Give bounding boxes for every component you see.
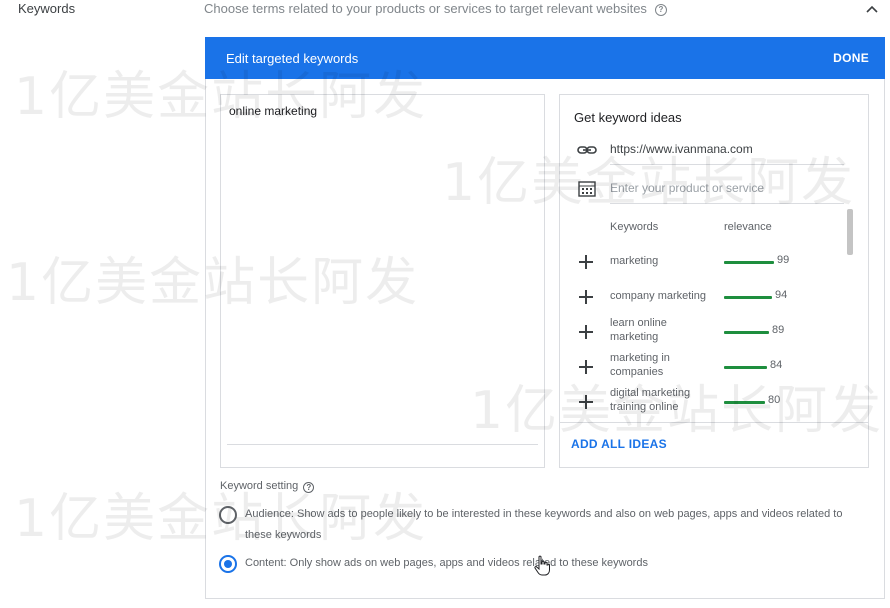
product-field[interactable]: Enter your product or service <box>576 174 844 204</box>
add-all-ideas-button[interactable]: ADD ALL IDEAS <box>571 437 667 451</box>
relevance-bar <box>724 366 767 369</box>
done-button[interactable]: DONE <box>833 51 869 65</box>
suggestion-keyword: digital marketing training online <box>610 387 691 413</box>
keywords-section-header[interactable]: Keywords Choose terms related to your pr… <box>0 0 890 22</box>
plus-icon[interactable] <box>578 254 594 270</box>
product-underline <box>610 203 844 204</box>
relevance-value: 99 <box>777 254 790 266</box>
col-header-keywords: Keywords <box>610 221 659 233</box>
relevance-bar <box>724 261 774 264</box>
ideas-divider <box>560 422 868 423</box>
keyword-setting-text: Keyword setting <box>220 480 299 492</box>
section-label: Keywords <box>18 1 76 16</box>
suggestion-keyword: company marketing <box>610 290 706 302</box>
description-text: Choose terms related to your products or… <box>204 1 647 16</box>
relevance-value: 84 <box>770 359 783 371</box>
url-value[interactable]: https://www.ivanmana.com <box>610 142 753 156</box>
textarea-underline <box>227 444 538 445</box>
section-description: Choose terms related to your products or… <box>204 1 667 16</box>
suggestion-keyword: marketing in companies <box>610 352 670 378</box>
building-icon <box>578 181 596 197</box>
relevance-value: 80 <box>768 394 781 406</box>
hand-cursor-icon <box>534 555 550 576</box>
link-icon <box>577 146 597 154</box>
suggestion-row[interactable]: learn online marketing 89 <box>560 317 850 352</box>
suggestion-keyword: learn online marketing <box>610 317 667 343</box>
audience-radio[interactable] <box>219 506 237 524</box>
help-icon[interactable]: ? <box>654 4 667 16</box>
url-underline <box>610 164 844 165</box>
product-input[interactable]: Enter your product or service <box>610 181 764 195</box>
relevance-bar <box>724 401 765 404</box>
content-option-text[interactable]: Content: Only show ads on web pages, app… <box>245 553 865 574</box>
plus-icon[interactable] <box>578 359 594 375</box>
relevance-value: 94 <box>775 289 788 301</box>
keywords-textarea[interactable]: online marketing <box>220 94 545 468</box>
suggestion-row[interactable]: digital marketing training online 80 <box>560 387 850 422</box>
url-field[interactable]: https://www.ivanmana.com <box>576 135 844 165</box>
plus-icon[interactable] <box>578 394 594 410</box>
suggestion-row[interactable]: marketing 99 <box>560 248 850 282</box>
audience-option-text[interactable]: Audience: Show ads to people likely to b… <box>245 504 865 546</box>
panel-title: Edit targeted keywords <box>226 51 359 66</box>
suggestion-row[interactable]: marketing in companies 84 <box>560 352 850 387</box>
keyword-setting-label: Keyword setting? <box>220 480 315 493</box>
col-header-relevance: relevance <box>724 221 772 233</box>
relevance-bar <box>724 296 772 299</box>
plus-icon[interactable] <box>578 289 594 305</box>
suggestion-keyword: marketing <box>610 255 659 267</box>
help-icon[interactable]: ? <box>303 482 315 493</box>
keywords-text[interactable]: online marketing <box>229 104 317 118</box>
keyword-ideas-panel: Get keyword ideas https://www.ivanmana.c… <box>559 94 869 468</box>
chevron-up-icon[interactable] <box>864 2 880 18</box>
ideas-title: Get keyword ideas <box>574 110 682 125</box>
panel-header: Edit targeted keywords DONE <box>205 37 885 79</box>
relevance-bar <box>724 331 769 334</box>
plus-icon[interactable] <box>578 324 594 340</box>
content-radio[interactable] <box>219 555 237 573</box>
suggestion-row[interactable]: company marketing 94 <box>560 283 850 317</box>
relevance-value: 89 <box>772 324 785 336</box>
